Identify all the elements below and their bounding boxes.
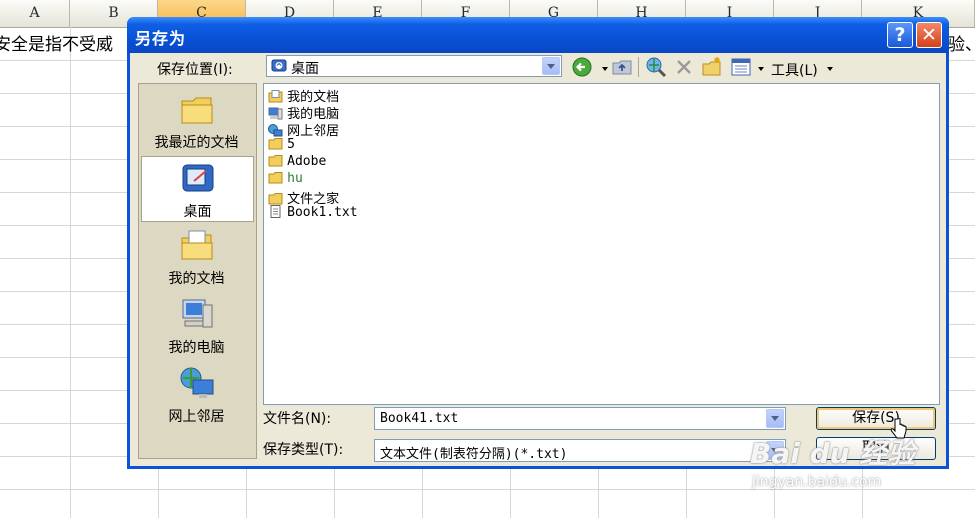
- cell-k1-text[interactable]: 验、: [948, 30, 975, 55]
- my-computer-icon: [268, 107, 283, 120]
- places-bar: 我最近的文档 桌面 我的文档 我的电脑 网上邻居: [138, 83, 257, 459]
- list-item[interactable]: 我的文档: [268, 86, 339, 105]
- folder-icon: [268, 155, 283, 167]
- place-label: 我最近的文档: [154, 135, 239, 151]
- baidu-watermark: Bai du 经验 jingyan.baidu.com: [750, 432, 975, 512]
- place-recent-documents[interactable]: 我最近的文档: [141, 88, 254, 154]
- chevron-down-icon[interactable]: [542, 57, 560, 75]
- back-icon[interactable]: [571, 56, 593, 78]
- folder-icon: [268, 172, 283, 184]
- filetype-dropdown[interactable]: 文本文件(制表符分隔)(*.txt): [374, 439, 786, 462]
- place-desktop[interactable]: 桌面: [141, 156, 254, 222]
- place-label: 网上邻居: [168, 409, 225, 425]
- delete-icon[interactable]: [673, 56, 695, 78]
- desktop-icon: [182, 164, 214, 192]
- watermark-url: jingyan.baidu.com: [752, 474, 882, 490]
- help-button[interactable]: ?: [887, 22, 913, 48]
- folder-icon: [268, 193, 283, 205]
- place-network-places[interactable]: 网上邻居: [141, 362, 254, 428]
- tools-menu[interactable]: 工具(L): [771, 60, 818, 80]
- chevron-down-icon[interactable]: [766, 409, 784, 428]
- filename-value: Book41.txt: [380, 411, 459, 426]
- search-web-icon[interactable]: [645, 56, 667, 78]
- list-item[interactable]: 5: [268, 137, 295, 154]
- views-caret-icon[interactable]: [758, 67, 764, 71]
- place-my-documents[interactable]: 我的文档: [141, 224, 254, 290]
- save-location-label: 保存位置(I):: [157, 62, 233, 78]
- filename-input[interactable]: Book41.txt: [374, 407, 786, 430]
- filetype-value: 文本文件(制表符分隔)(*.txt): [380, 447, 568, 462]
- list-item[interactable]: 文件之家: [268, 188, 339, 207]
- place-label: 桌面: [183, 204, 212, 220]
- cell-a1-text[interactable]: 安全是指不受威: [0, 30, 113, 55]
- file-name: Book1.txt: [287, 205, 358, 220]
- list-item[interactable]: 网上邻居: [268, 120, 339, 139]
- back-history-caret-icon[interactable]: [602, 67, 608, 71]
- place-label: 我的文档: [168, 271, 225, 287]
- desktop-icon: [271, 59, 287, 72]
- my-documents-icon: [268, 90, 283, 103]
- save-as-dialog: 另存为 ? ✕ 保存位置(I): 桌面 工具(L) 我最近的文档 桌面 我的文档…: [127, 17, 949, 469]
- network-places-icon: [180, 367, 214, 398]
- folder-icon: [268, 138, 283, 150]
- column-header-a[interactable]: A: [0, 0, 70, 27]
- list-item[interactable]: hu: [268, 171, 303, 188]
- my-documents-icon: [181, 230, 213, 260]
- save-location-value: 桌面: [291, 61, 319, 77]
- grid-line: [70, 27, 71, 518]
- toolbar-separator: [638, 57, 639, 77]
- list-item[interactable]: Adobe: [268, 154, 326, 171]
- text-file-icon: [270, 205, 281, 218]
- up-folder-icon[interactable]: [611, 56, 633, 78]
- recent-docs-icon: [181, 97, 213, 124]
- file-name: Adobe: [287, 154, 327, 169]
- my-computer-icon: [182, 299, 213, 328]
- place-my-computer[interactable]: 我的电脑: [141, 293, 254, 359]
- filetype-label: 保存类型(T):: [263, 442, 344, 458]
- view-menu-icon[interactable]: [730, 56, 752, 78]
- save-location-dropdown[interactable]: 桌面: [266, 55, 562, 77]
- file-list[interactable]: 我的文档 我的电脑 网上邻居 5 Adobe hu 文件之家 Book1.txt: [263, 83, 940, 405]
- close-button[interactable]: ✕: [916, 22, 942, 48]
- save-button[interactable]: 保存(S): [816, 407, 936, 430]
- list-item[interactable]: Book1.txt: [268, 205, 358, 222]
- network-places-icon: [268, 124, 283, 137]
- file-name: 5: [287, 137, 295, 152]
- new-folder-icon[interactable]: [701, 56, 723, 78]
- dialog-titlebar[interactable]: 另存为 ? ✕: [127, 17, 949, 53]
- tools-caret-icon[interactable]: [827, 67, 833, 71]
- list-item[interactable]: 我的电脑: [268, 103, 339, 122]
- filename-label: 文件名(N):: [263, 411, 332, 427]
- dialog-title: 另存为: [135, 29, 187, 48]
- hand-cursor-icon: [890, 418, 907, 439]
- place-label: 我的电脑: [168, 340, 225, 356]
- file-name: hu: [287, 171, 303, 186]
